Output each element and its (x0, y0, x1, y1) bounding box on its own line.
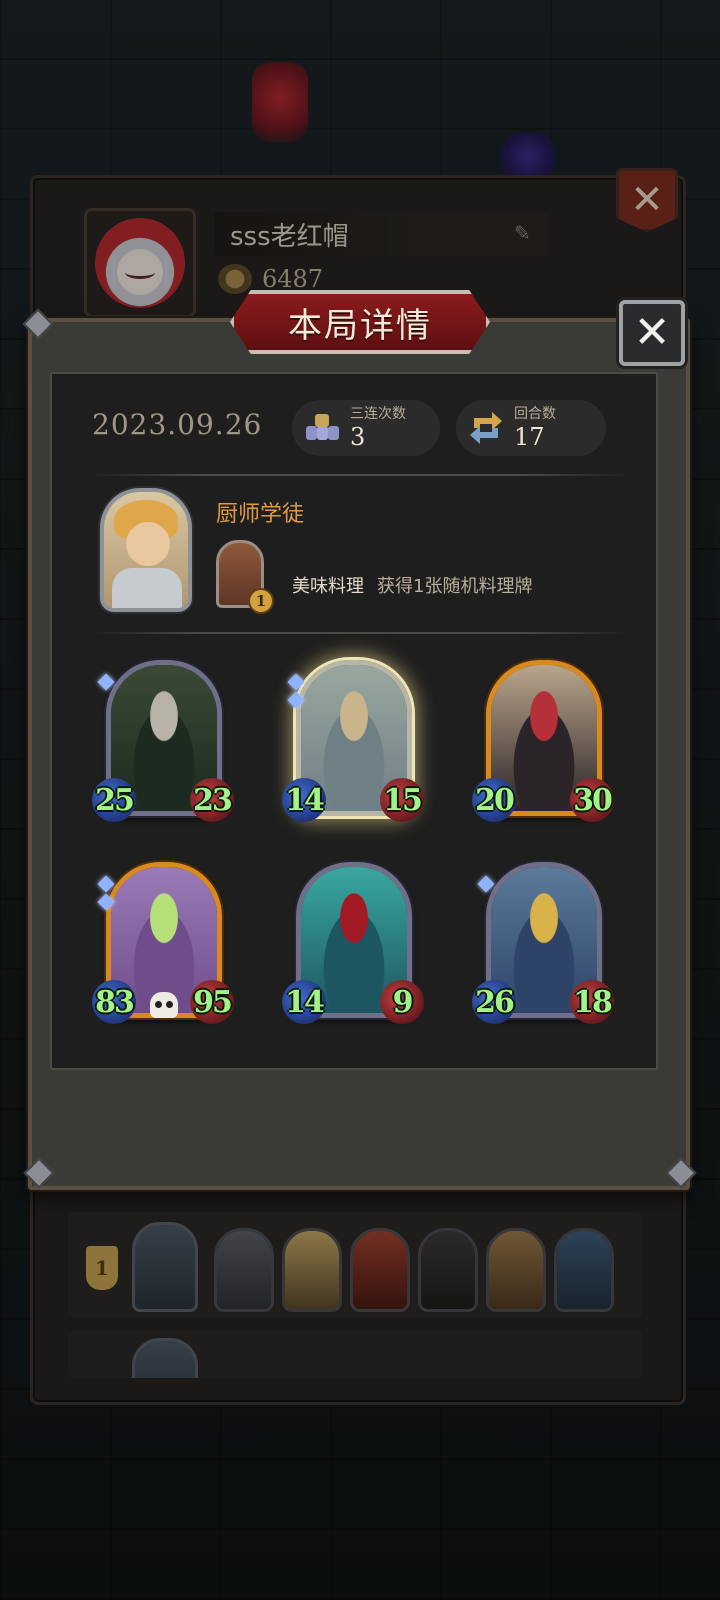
unit-attack: 20 (472, 778, 516, 822)
hero-name: 厨师学徒 (216, 502, 305, 527)
hero-coat (112, 568, 182, 608)
hero-portrait[interactable] (100, 488, 192, 612)
skill-description: 获得1张随机料理牌 (377, 576, 533, 597)
unit-card[interactable]: 14 15 (282, 660, 436, 830)
unit-attack: 14 (282, 980, 326, 1024)
unit-health: 95 (190, 980, 234, 1024)
stat-label: 回合数 (514, 406, 556, 422)
skill-level-badge: 1 (248, 588, 274, 614)
unit-attack: 26 (472, 980, 516, 1024)
unit-attack: 83 (92, 980, 136, 1024)
dialog-close-button[interactable]: ✕ (619, 300, 685, 366)
unit-health: 18 (570, 980, 614, 1024)
unit-card[interactable]: 20 30 (472, 660, 626, 830)
unit-health: 9 (380, 980, 424, 1024)
triple-cards-icon (300, 406, 344, 450)
close-icon: ✕ (633, 307, 671, 358)
unit-card[interactable]: 83 95 (92, 862, 246, 1032)
unit-attack: 14 (282, 778, 326, 822)
dialog-title: 本局详情 (288, 305, 432, 346)
unit-health: 30 (570, 778, 614, 822)
refresh-arrows-icon (464, 406, 508, 450)
unit-card[interactable]: 26 18 (472, 862, 626, 1032)
section-divider (90, 632, 630, 634)
match-date: 2023.09.26 (92, 408, 263, 441)
unit-health: 23 (190, 778, 234, 822)
stat-label: 三连次数 (350, 406, 406, 422)
hero-face (126, 522, 170, 566)
stat-value: 17 (514, 423, 545, 451)
triple-count-stat: 三连次数 3 (292, 400, 440, 456)
round-count-stat: 回合数 17 (456, 400, 606, 456)
unit-card[interactable]: 25 23 (92, 660, 246, 830)
unit-health: 15 (380, 778, 424, 822)
section-divider (90, 474, 630, 476)
stat-value: 3 (350, 423, 366, 451)
unit-card[interactable]: 14 9 (282, 862, 436, 1032)
skull-icon (150, 992, 178, 1018)
skill-name: 美味料理 (292, 576, 364, 597)
unit-attack: 25 (92, 778, 136, 822)
dialog-title-banner: 本局详情 (230, 290, 490, 354)
